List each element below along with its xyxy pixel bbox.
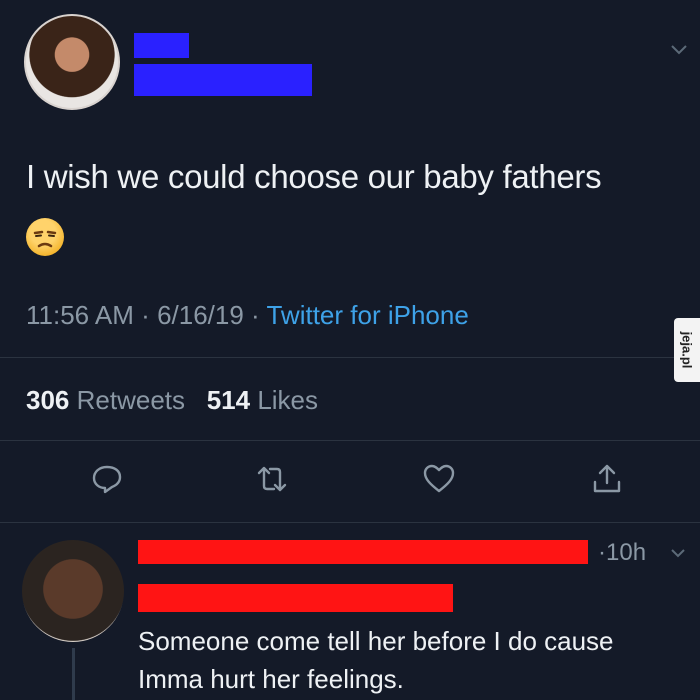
divider <box>0 440 700 441</box>
separator: · <box>251 300 267 330</box>
redacted-display-name <box>134 33 189 58</box>
watermark: jeja.pl <box>674 318 700 382</box>
reply-text-line: Someone come tell her before I do cause <box>138 626 614 656</box>
watermark-text: jeja.pl <box>679 331 695 369</box>
tweet-date: 6/16/19 <box>157 300 244 330</box>
likes-count[interactable]: 514 <box>207 385 250 415</box>
separator: · <box>141 300 158 330</box>
retweets-label[interactable]: Retweets <box>77 385 185 415</box>
tweet-text: I wish we could choose our baby fathers <box>26 158 602 195</box>
divider <box>0 522 700 523</box>
avatar[interactable] <box>24 14 120 110</box>
retweets-count[interactable]: 306 <box>26 385 69 415</box>
reply-icon[interactable] <box>90 462 124 496</box>
tweet-meta: 11:56 AM · 6/16/19 · Twitter for iPhone <box>26 300 469 331</box>
retweet-icon[interactable] <box>255 462 289 496</box>
chevron-down-icon[interactable] <box>670 545 686 561</box>
divider <box>0 357 700 358</box>
reply-time: ·10h <box>598 539 647 566</box>
like-icon[interactable] <box>422 462 456 496</box>
tweet-source-link[interactable]: Twitter for iPhone <box>266 300 468 330</box>
reply-avatar[interactable] <box>22 540 124 642</box>
tweet-stats: 306 Retweets 514 Likes <box>26 385 318 416</box>
tweet-time: 11:56 AM <box>26 300 134 330</box>
unamused-face-icon <box>26 218 64 256</box>
likes-label[interactable]: Likes <box>257 385 318 415</box>
redacted-reply-handle <box>138 584 453 612</box>
redacted-handle <box>134 64 312 96</box>
thread-line <box>72 648 75 700</box>
chevron-down-icon[interactable] <box>670 40 688 58</box>
reply-text-line: Imma hurt her feelings. <box>138 664 404 694</box>
share-icon[interactable] <box>590 462 624 496</box>
redacted-reply-name <box>138 540 588 564</box>
reply-text: Someone come tell her before I do cause … <box>138 622 688 698</box>
